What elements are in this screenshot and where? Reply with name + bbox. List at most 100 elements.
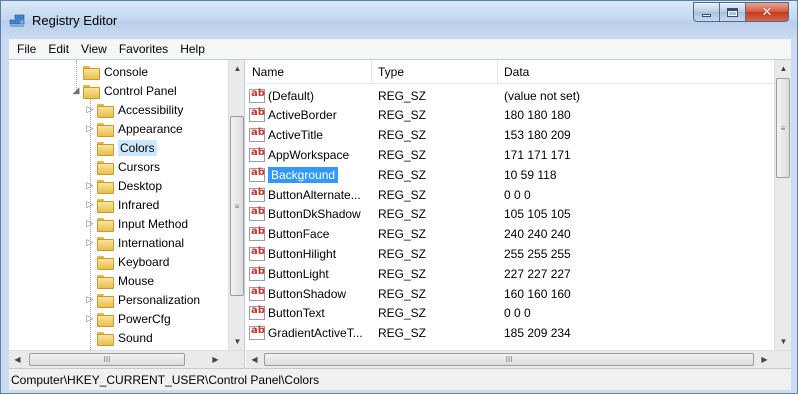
menu-help[interactable]: Help	[174, 42, 211, 56]
value-type: REG_SZ	[378, 108, 427, 123]
tree-item-input-method[interactable]: ▷ Input Method	[85, 214, 188, 233]
value-name-cell: ab Background	[249, 165, 372, 184]
tree-scroll-left-button[interactable]: ◀	[9, 351, 26, 368]
tree-item-label: Control Panel	[104, 83, 177, 98]
value-row[interactable]: ab GradientActiveT... REG_SZ 185 209 234	[246, 324, 774, 343]
expand-arrow-icon[interactable]: ▷	[85, 294, 95, 305]
value-type: REG_SZ	[378, 326, 427, 341]
value-name: ButtonLight	[268, 266, 329, 281]
tree-scroll-right-button[interactable]: ▶	[207, 351, 224, 368]
folder-icon	[97, 103, 114, 118]
menu-favorites[interactable]: Favorites	[113, 42, 174, 56]
value-row[interactable]: ab ButtonText REG_SZ 0 0 0	[246, 304, 774, 323]
tree-horizontal-scrollbar[interactable]: ◀ III ▶	[9, 350, 244, 368]
values-scroll-right-button[interactable]: ▶	[756, 351, 773, 368]
values-horizontal-scrollbar[interactable]: ◀ III ▶	[246, 350, 791, 368]
tree-item-control-panel[interactable]: ◢ Control Panel	[71, 81, 177, 100]
title-bar[interactable]: Registry Editor ✕	[1, 1, 797, 39]
value-row[interactable]: ab AppWorkspace REG_SZ 171 171 171	[246, 145, 774, 164]
tree-vertical-scrollbar[interactable]: ▲ ≡ ▼	[228, 60, 244, 350]
tree-item-accessibility[interactable]: ▷ Accessibility	[85, 100, 183, 119]
value-name: (Default)	[268, 88, 315, 103]
minimize-button[interactable]	[693, 2, 719, 22]
key-tree: Console ◢ Control Panel ▷ Accessibility ▷ Appe…	[9, 60, 228, 350]
string-value-icon: ab	[249, 127, 265, 143]
tree-scroll-down-button[interactable]: ▼	[229, 333, 244, 350]
value-name-cell: ab (Default)	[249, 86, 372, 105]
tree-vscroll-grip: ≡	[234, 201, 240, 211]
tree-item-console[interactable]: Console	[71, 62, 148, 81]
string-value-icon: ab	[249, 187, 265, 202]
tree-item-infrared[interactable]: ▷ Infrared	[85, 195, 159, 214]
value-row[interactable]: ab ButtonHilight REG_SZ 255 255 255	[246, 244, 774, 263]
expand-arrow-icon[interactable]: ▷	[85, 237, 95, 248]
value-row[interactable]: ab ButtonAlternate... REG_SZ 0 0 0	[246, 185, 774, 204]
values-vscroll-grip: ≡	[780, 123, 786, 133]
menu-edit[interactable]: Edit	[42, 42, 75, 56]
string-value-icon-text: ab	[251, 245, 265, 257]
values-hscroll-thumb[interactable]: III	[264, 353, 754, 366]
tree-vscroll-thumb[interactable]: ≡	[230, 116, 244, 296]
tree-scroll-up-button[interactable]: ▲	[229, 60, 244, 77]
expand-arrow-icon[interactable]: ▷	[85, 104, 95, 115]
value-name: ButtonHilight	[268, 246, 337, 261]
folder-icon	[97, 255, 114, 270]
value-row[interactable]: ab ActiveBorder REG_SZ 180 180 180	[246, 106, 774, 125]
tree-item-international[interactable]: ▷ International	[85, 233, 184, 252]
values-vscroll-thumb[interactable]: ≡	[776, 78, 790, 178]
value-type: REG_SZ	[378, 147, 427, 162]
string-value-icon: ab	[249, 206, 265, 222]
tree-item-label: Accessibility	[118, 102, 184, 117]
menu-file[interactable]: File	[11, 42, 42, 56]
tree-item-desktop[interactable]: ▷ Desktop	[85, 176, 162, 195]
maximize-button[interactable]	[719, 2, 745, 22]
values-hscroll-grip: III	[505, 355, 513, 364]
expand-arrow-icon[interactable]: ◢	[71, 85, 81, 96]
expand-arrow-icon[interactable]: ▷	[85, 199, 95, 210]
string-value-icon-text: ab	[251, 87, 265, 99]
value-row[interactable]: ab ButtonDkShadow REG_SZ 105 105 105	[246, 205, 774, 224]
values-scroll-left-button[interactable]: ◀	[246, 351, 263, 368]
tree-item-powercfg[interactable]: ▷ PowerCfg	[85, 309, 171, 328]
value-data: 0 0 0	[504, 306, 531, 321]
string-value-icon-text: ab	[251, 107, 265, 119]
key-tree-pane: Console ◢ Control Panel ▷ Accessibility ▷ Appe…	[9, 60, 245, 368]
tree-hscroll-thumb[interactable]: III	[29, 353, 185, 366]
folder-icon	[83, 65, 100, 80]
menu-view[interactable]: View	[75, 42, 113, 56]
tree-item-sound[interactable]: Sound	[85, 328, 153, 347]
column-type-header[interactable]: Type	[372, 60, 498, 84]
value-row[interactable]: ab ButtonLight REG_SZ 227 227 227	[246, 264, 774, 283]
value-data: 227 227 227	[504, 266, 571, 281]
value-row[interactable]: ab ActiveTitle REG_SZ 153 180 209	[246, 126, 774, 145]
string-value-icon-text: ab	[251, 305, 265, 317]
tree-item-personalization[interactable]: ▷ Personalization	[85, 290, 200, 309]
values-scroll-up-button[interactable]: ▲	[775, 60, 791, 77]
value-row[interactable]: ab Background REG_SZ 10 59 118	[246, 165, 774, 184]
tree-item-colors[interactable]: Colors	[85, 138, 157, 157]
expand-arrow-icon[interactable]: ▷	[85, 313, 95, 324]
value-row[interactable]: ab ButtonShadow REG_SZ 160 160 160	[246, 284, 774, 303]
column-data-header[interactable]: Data	[498, 60, 774, 84]
expand-arrow-icon[interactable]: ▷	[85, 218, 95, 229]
values-scroll-down-button[interactable]: ▼	[775, 333, 791, 350]
tree-item-label: Input Method	[118, 216, 189, 231]
expand-arrow-icon[interactable]: ▷	[85, 123, 95, 134]
expand-arrow-icon[interactable]: ▷	[85, 180, 95, 191]
value-row[interactable]: ab ButtonFace REG_SZ 240 240 240	[246, 225, 774, 244]
value-name: ButtonAlternate...	[268, 187, 361, 202]
column-name-header[interactable]: Name	[246, 60, 372, 84]
string-value-icon-text: ab	[251, 146, 265, 158]
values-vertical-scrollbar[interactable]: ▲ ≡ ▼	[774, 60, 791, 350]
tree-item-appearance[interactable]: ▷ Appearance	[85, 119, 183, 138]
tree-item-cursors[interactable]: Cursors	[85, 157, 160, 176]
value-row[interactable]: ab (Default) REG_SZ (value not set)	[246, 86, 774, 105]
close-button[interactable]: ✕	[745, 2, 789, 22]
tree-item-keyboard[interactable]: Keyboard	[85, 252, 169, 271]
tree-item-label: Colors	[118, 139, 157, 156]
value-data: 153 180 209	[504, 128, 571, 143]
folder-icon	[97, 312, 114, 327]
value-type: REG_SZ	[378, 128, 427, 143]
tree-item-mouse[interactable]: Mouse	[85, 271, 154, 290]
